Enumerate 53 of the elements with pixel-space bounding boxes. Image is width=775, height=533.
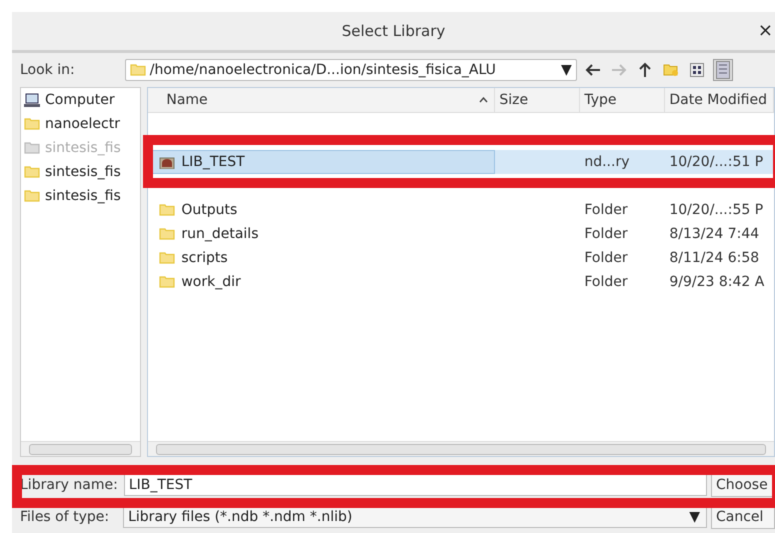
back-arrow-icon[interactable] — [584, 64, 601, 76]
library-name-field[interactable]: LIB_TEST — [124, 474, 707, 496]
table-cell-text: 9/9/23 8:42 A — [668, 274, 766, 290]
file-row[interactable]: Outputs Folder 10/20/...:55 P — [148, 198, 774, 222]
grid-view-icon[interactable] — [690, 62, 704, 77]
window-title: Select Library — [342, 22, 446, 40]
table-cell-text: Folder — [583, 250, 629, 266]
file-name: run_details — [181, 226, 258, 242]
folder-icon — [24, 165, 40, 178]
sort-caret-icon — [479, 96, 488, 103]
column-header[interactable]: Date Modified — [665, 88, 774, 112]
table-cell-text: Folder — [583, 274, 629, 290]
library-name-label: Library name: — [20, 477, 118, 494]
sidebar-item[interactable]: sintesis_fis — [21, 184, 140, 208]
file-name: Outputs — [181, 202, 238, 218]
file-name: LIB_TEST — [181, 154, 245, 170]
file-name: work_dir — [181, 274, 241, 290]
file-type-dropdown[interactable]: Library files (*.ndb *.ndm *.nlib) ▼ — [123, 506, 707, 528]
horizontal-scrollbar[interactable] — [21, 441, 140, 456]
file-name: scripts — [181, 250, 228, 266]
folder-icon — [159, 275, 176, 288]
folder-icon — [24, 141, 40, 154]
folder-icon — [130, 63, 146, 76]
horizontal-scrollbar[interactable] — [148, 441, 774, 456]
table-cell-text: 10/20/...:51 P — [668, 154, 764, 170]
folder-icon — [159, 227, 176, 240]
look-in-label: Look in: — [20, 62, 75, 78]
file-row[interactable]: scripts Folder 8/11/24 6:58 — [148, 246, 774, 270]
table-cell-text: 10/20/...:55 P — [668, 202, 764, 218]
column-header[interactable]: Type — [580, 88, 666, 112]
library-icon — [159, 154, 176, 169]
file-row[interactable]: work_dir Folder 9/9/23 8:42 A — [148, 270, 774, 294]
sidebar-item[interactable]: sintesis_fis — [21, 160, 140, 184]
up-arrow-icon[interactable] — [638, 62, 651, 78]
table-cell-text: 8/11/24 6:58 — [668, 250, 760, 266]
table-cell-text: Folder — [583, 202, 629, 218]
sidebar-item[interactable]: Computer — [21, 88, 140, 112]
column-header[interactable]: Name — [148, 88, 496, 112]
close-button[interactable]: × — [758, 20, 773, 42]
file-row[interactable]: run_details Folder 8/13/24 7:44 — [148, 222, 774, 246]
detail-view-icon[interactable] — [716, 60, 730, 79]
look-in-dropdown[interactable]: /home/nanoelectronica/D...ion/sintesis_fisica_ALU ▼ — [124, 58, 577, 81]
table-cell-text: 8/13/24 7:44 — [668, 226, 760, 242]
files-of-type-label: Files of type: — [20, 509, 110, 526]
folder-icon — [24, 117, 40, 130]
table-cell-text: nd...ry — [583, 154, 630, 170]
column-header[interactable]: Size — [495, 88, 580, 112]
table-cell-text: Folder — [583, 226, 629, 242]
sidebar-item[interactable]: nanoelectr — [21, 112, 140, 136]
computer-icon — [24, 92, 40, 107]
folder-icon — [24, 189, 40, 202]
folder-icon — [159, 251, 176, 264]
folder-icon — [159, 203, 176, 216]
